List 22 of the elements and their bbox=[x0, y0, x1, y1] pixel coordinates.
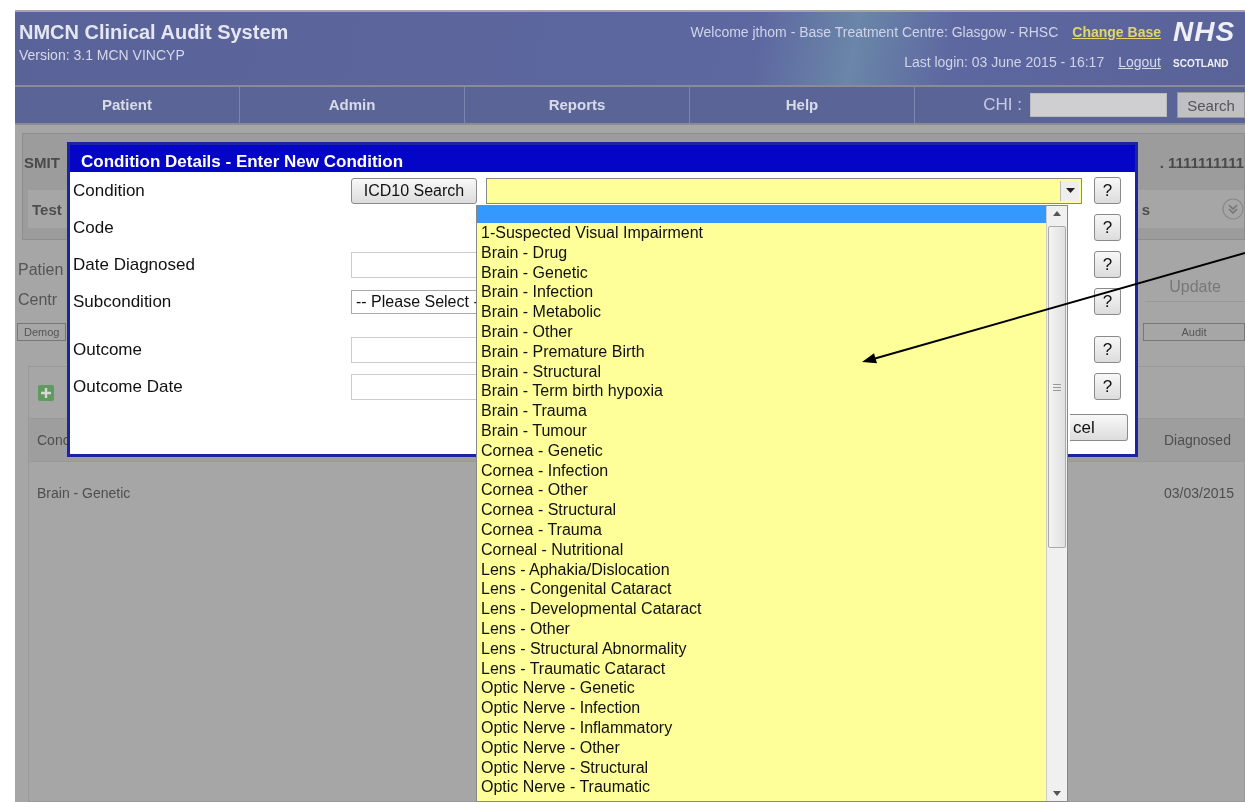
dialog-title: Condition Details - Enter New Condition bbox=[70, 145, 1135, 172]
chi-label: CHI : bbox=[983, 95, 1022, 115]
field-label: Patien bbox=[18, 260, 64, 280]
welcome-text: Welcome jthom - Base Treatment Centre: Glasgow - RHSC bbox=[690, 24, 1059, 40]
patient-name: SMIT bbox=[24, 153, 60, 171]
patient-id: . 1111111111 bbox=[1159, 153, 1244, 171]
field-label: Centr bbox=[18, 290, 59, 310]
field-label: Code bbox=[73, 217, 115, 238]
field-label: Condition bbox=[73, 180, 146, 201]
table-cell: Brain - Genetic bbox=[37, 485, 131, 501]
field-label: Date Diagnosed bbox=[73, 254, 196, 275]
field-label: Outcome bbox=[73, 339, 143, 360]
app-title: NMCN Clinical Audit System bbox=[19, 21, 290, 44]
nhs-logo: NHS SCOTLAND bbox=[1172, 15, 1236, 71]
tab-label: Test bbox=[32, 200, 62, 218]
field-label: Subcondition bbox=[73, 291, 173, 312]
version-text: Version: 3.1 MCN VINCYP bbox=[19, 47, 186, 63]
tab-label: s bbox=[1141, 200, 1150, 218]
field-label: Outcome Date bbox=[73, 376, 184, 397]
last-login-text: Last login: 03 June 2015 - 16:17 bbox=[904, 54, 1105, 70]
table-cell-text: 03/03/2015 bbox=[1164, 485, 1236, 501]
column-header: Diagnosed bbox=[1164, 432, 1232, 448]
